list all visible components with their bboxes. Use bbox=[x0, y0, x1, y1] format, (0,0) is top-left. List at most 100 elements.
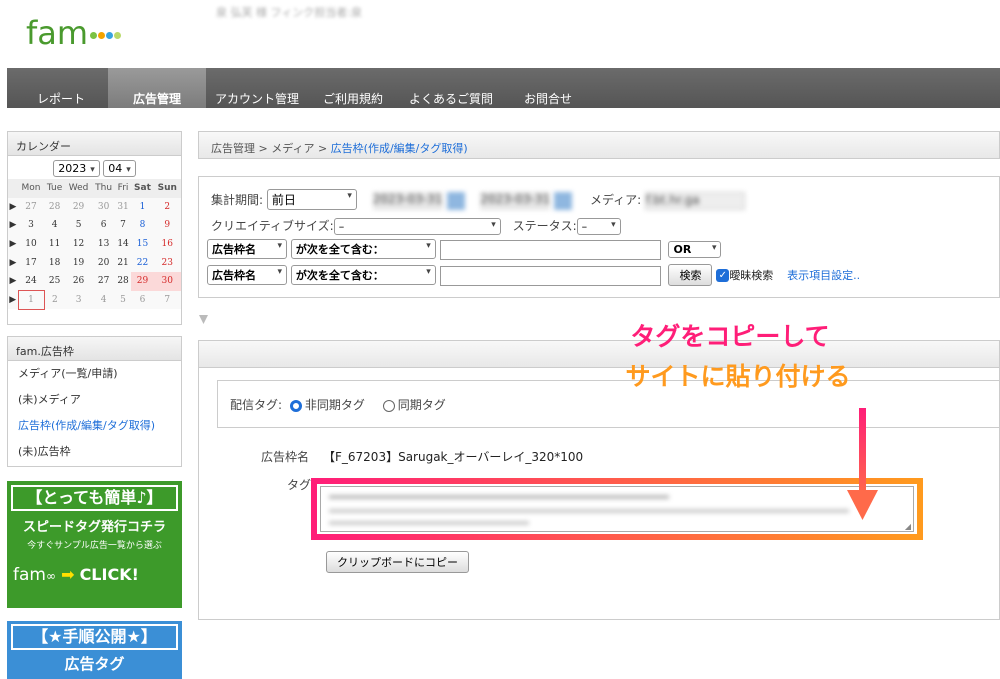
guide-banner[interactable]: 【★手順公開★】 広告タグ bbox=[7, 621, 182, 679]
breadcrumb-media[interactable]: メディア bbox=[271, 142, 314, 155]
calendar-day[interactable]: 11 bbox=[44, 234, 66, 254]
creative-size-value: – bbox=[338, 220, 345, 233]
fam-logo[interactable]: fam bbox=[26, 14, 122, 52]
menu-pending-slot[interactable]: (未)広告枠 bbox=[8, 439, 181, 465]
calendar-day[interactable]: 27 bbox=[18, 197, 45, 217]
nav-faq[interactable]: よくあるご質問 bbox=[409, 90, 493, 107]
menu-ad-slot[interactable]: 広告枠(作成/編集/タグ取得) bbox=[8, 413, 181, 439]
nav-contact[interactable]: お問合せ bbox=[524, 90, 572, 107]
calendar-day[interactable]: 21 bbox=[115, 253, 131, 272]
status-select[interactable]: – ▾ bbox=[576, 218, 621, 235]
search-button[interactable]: 検索 bbox=[668, 264, 713, 286]
calendar-day[interactable]: 13 bbox=[92, 234, 116, 254]
ad-menu-title: fam.広告枠 bbox=[8, 337, 181, 361]
calendar-day[interactable]: 18 bbox=[44, 253, 66, 272]
condition-select-2[interactable]: が次を全て含む： ▾ bbox=[290, 265, 436, 285]
field-select-2[interactable]: 広告枠名 ▾ bbox=[207, 265, 287, 285]
calendar-day[interactable]: 5 bbox=[65, 216, 93, 235]
calendar-day[interactable]: 6 bbox=[130, 290, 154, 310]
calendar-day[interactable]: 7 bbox=[154, 290, 181, 310]
display-settings-link[interactable]: 表示項目設定.. bbox=[787, 269, 860, 282]
nav-ad-management[interactable]: 広告管理 bbox=[108, 68, 206, 108]
banner-click-text: CLICK! bbox=[79, 565, 139, 584]
logo-text: fam bbox=[26, 14, 89, 52]
nav-account[interactable]: アカウント管理 bbox=[215, 90, 299, 107]
creative-size-select[interactable]: – ▾ bbox=[333, 218, 501, 235]
async-radio[interactable] bbox=[289, 399, 302, 412]
date-to-field[interactable]: 2023-03-31 bbox=[480, 191, 551, 210]
calendar-day[interactable]: 25 bbox=[44, 271, 66, 291]
calendar-day[interactable]: 2 bbox=[154, 197, 181, 217]
week-select-icon[interactable]: ▶ bbox=[8, 216, 18, 235]
nav-terms[interactable]: ご利用規約 bbox=[323, 90, 383, 107]
calendar-day[interactable]: 9 bbox=[154, 216, 181, 235]
calendar-day[interactable]: 29 bbox=[65, 197, 93, 217]
week-select-icon[interactable]: ▶ bbox=[8, 234, 18, 254]
period-select[interactable]: 前日 ▾ bbox=[266, 189, 357, 210]
tag-textarea[interactable]: ◢ bbox=[320, 486, 914, 532]
resize-handle-icon[interactable]: ◢ bbox=[905, 522, 911, 531]
calendar-day[interactable]: 15 bbox=[130, 234, 154, 254]
calendar-day[interactable]: 1 bbox=[130, 197, 154, 217]
calendar-icon[interactable] bbox=[446, 191, 465, 210]
week-select-icon[interactable]: ▶ bbox=[8, 290, 18, 310]
menu-pending-media[interactable]: (未)メディア bbox=[8, 387, 181, 413]
async-label: 非同期タグ bbox=[304, 398, 365, 412]
calendar-day[interactable]: 5 bbox=[115, 290, 131, 310]
keyword-input-2[interactable] bbox=[439, 265, 661, 286]
tag-highlight-frame: ◢ bbox=[311, 478, 923, 540]
calendar-day[interactable]: 26 bbox=[65, 271, 93, 291]
calendar-day[interactable]: 1 bbox=[17, 290, 45, 310]
collapse-triangle-icon[interactable] bbox=[199, 315, 208, 324]
weekday: Thu bbox=[92, 179, 116, 198]
calendar-day[interactable]: 3 bbox=[18, 216, 45, 235]
calendar-day[interactable]: 28 bbox=[44, 197, 66, 217]
logic-select[interactable]: OR ▾ bbox=[668, 241, 722, 258]
fuzzy-checkbox[interactable]: ✓ bbox=[716, 269, 730, 282]
calendar-day[interactable]: 22 bbox=[130, 253, 154, 272]
year-select[interactable]: 2023 ▾ bbox=[53, 160, 100, 177]
calendar-day[interactable]: 12 bbox=[65, 234, 93, 254]
menu-media-list[interactable]: メディア(一覧/申請) bbox=[8, 361, 181, 387]
sync-radio[interactable] bbox=[382, 399, 395, 412]
calendar-day[interactable]: 29 bbox=[130, 271, 154, 291]
calendar-day[interactable]: 24 bbox=[18, 271, 45, 291]
status-value: – bbox=[581, 220, 588, 233]
condition-value-1: が次を全て含む： bbox=[295, 243, 384, 256]
calendar-day[interactable]: 28 bbox=[115, 271, 131, 291]
keyword-input-1[interactable] bbox=[439, 239, 661, 260]
calendar-day[interactable]: 17 bbox=[18, 253, 45, 272]
calendar-day[interactable]: 23 bbox=[154, 253, 181, 272]
calendar-day[interactable]: 16 bbox=[154, 234, 181, 254]
calendar-day[interactable]: 3 bbox=[65, 290, 93, 310]
nav-report[interactable]: レポート bbox=[37, 90, 85, 107]
calendar-day[interactable]: 6 bbox=[92, 216, 116, 235]
date-from-field[interactable]: 2023-03-31 bbox=[372, 191, 443, 210]
media-select[interactable]: f.bt.hr.ga bbox=[645, 191, 746, 210]
week-select-icon[interactable]: ▶ bbox=[8, 271, 18, 291]
calendar-day[interactable]: 30 bbox=[92, 197, 116, 217]
annotation-arrow-shaft bbox=[859, 408, 866, 496]
calendar-day[interactable]: 20 bbox=[92, 253, 116, 272]
calendar-day[interactable]: 30 bbox=[154, 271, 181, 291]
calendar-day[interactable]: 2 bbox=[44, 290, 66, 310]
calendar-day[interactable]: 14 bbox=[115, 234, 131, 254]
calendar-day[interactable]: 4 bbox=[44, 216, 66, 235]
field-select-1[interactable]: 広告枠名 ▾ bbox=[207, 239, 287, 259]
condition-select-1[interactable]: が次を全て含む： ▾ bbox=[290, 239, 436, 259]
calendar-day[interactable]: 7 bbox=[115, 216, 131, 235]
calendar-day[interactable]: 19 bbox=[65, 253, 93, 272]
delivery-label: 配信タグ: bbox=[230, 398, 283, 412]
speed-tag-banner[interactable]: 【とっても簡単♪】 スピードタグ発行コチラ 今すぐサンプル広告一覧から選ぶ fa… bbox=[7, 481, 182, 608]
calendar-day[interactable]: 4 bbox=[92, 290, 116, 310]
calendar-day[interactable]: 27 bbox=[92, 271, 116, 291]
calendar-day[interactable]: 31 bbox=[115, 197, 131, 217]
week-select-icon[interactable]: ▶ bbox=[8, 253, 18, 272]
calendar-day[interactable]: 8 bbox=[130, 216, 154, 235]
calendar-day[interactable]: 10 bbox=[18, 234, 45, 254]
calendar-icon[interactable] bbox=[554, 191, 573, 210]
week-select-icon[interactable]: ▶ bbox=[8, 197, 18, 217]
breadcrumb-ad-management[interactable]: 広告管理 bbox=[211, 142, 255, 155]
copy-clipboard-button[interactable]: クリップボードにコピー bbox=[326, 551, 469, 573]
month-select[interactable]: 04 ▾ bbox=[103, 160, 136, 177]
